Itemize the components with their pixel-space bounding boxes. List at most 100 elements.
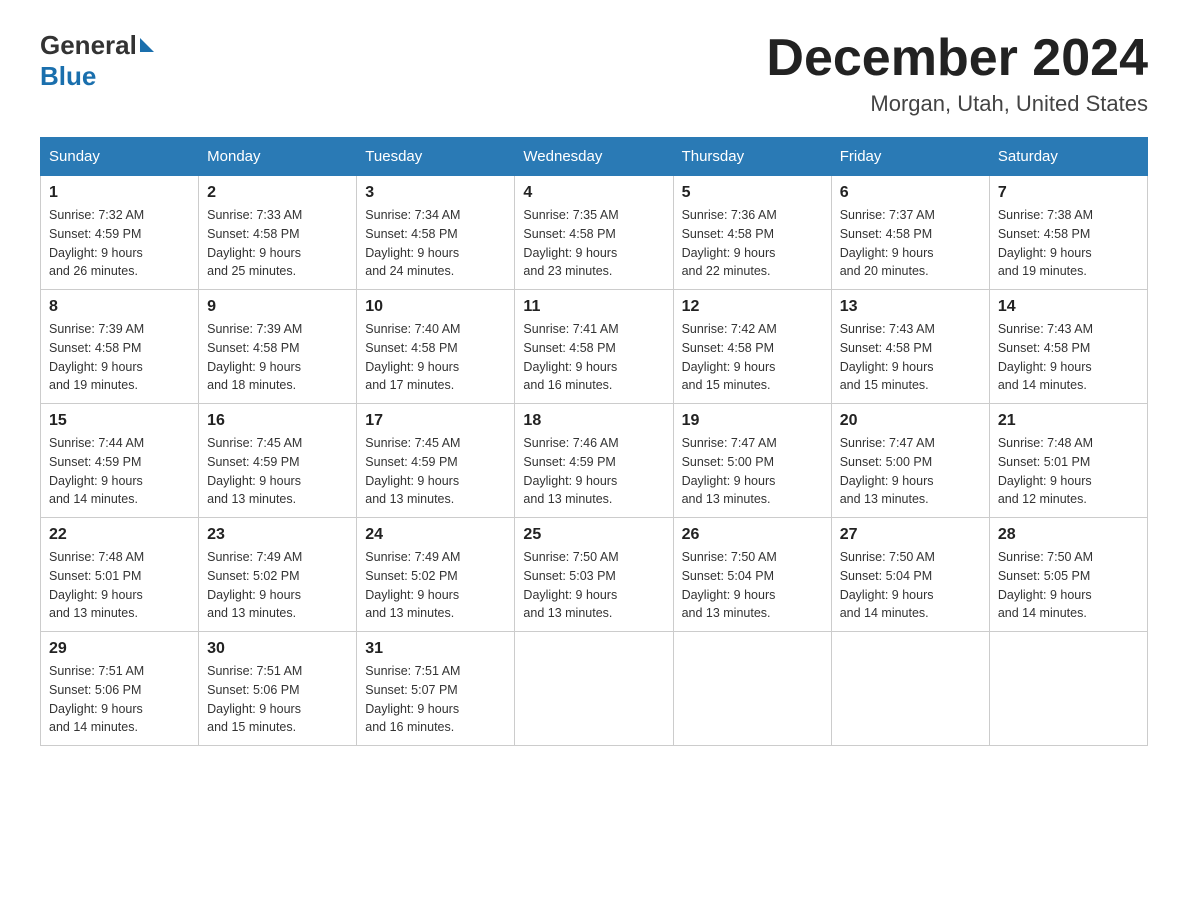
calendar-week-4: 22 Sunrise: 7:48 AM Sunset: 5:01 PM Dayl… [41,518,1148,632]
calendar-cell: 13 Sunrise: 7:43 AM Sunset: 4:58 PM Dayl… [831,290,989,404]
calendar-cell: 28 Sunrise: 7:50 AM Sunset: 5:05 PM Dayl… [989,518,1147,632]
logo-general-text: General [40,30,137,61]
day-info: Sunrise: 7:40 AM Sunset: 4:58 PM Dayligh… [365,320,506,395]
day-info: Sunrise: 7:51 AM Sunset: 5:07 PM Dayligh… [365,662,506,737]
title-area: December 2024 Morgan, Utah, United State… [766,30,1148,117]
calendar-week-1: 1 Sunrise: 7:32 AM Sunset: 4:59 PM Dayli… [41,176,1148,290]
calendar-cell: 10 Sunrise: 7:40 AM Sunset: 4:58 PM Dayl… [357,290,515,404]
day-number: 1 [49,184,190,202]
calendar-cell: 27 Sunrise: 7:50 AM Sunset: 5:04 PM Dayl… [831,518,989,632]
weekday-header-row: SundayMondayTuesdayWednesdayThursdayFrid… [41,138,1148,176]
calendar-cell: 26 Sunrise: 7:50 AM Sunset: 5:04 PM Dayl… [673,518,831,632]
logo-chevron-icon [140,38,154,52]
day-info: Sunrise: 7:49 AM Sunset: 5:02 PM Dayligh… [365,548,506,623]
day-number: 28 [998,526,1139,544]
day-number: 30 [207,640,348,658]
calendar-title: December 2024 [766,30,1148,87]
calendar-cell [515,632,673,746]
calendar-cell: 29 Sunrise: 7:51 AM Sunset: 5:06 PM Dayl… [41,632,199,746]
day-number: 23 [207,526,348,544]
day-info: Sunrise: 7:32 AM Sunset: 4:59 PM Dayligh… [49,206,190,281]
calendar-cell: 15 Sunrise: 7:44 AM Sunset: 4:59 PM Dayl… [41,404,199,518]
day-number: 19 [682,412,823,430]
day-number: 22 [49,526,190,544]
calendar-cell: 4 Sunrise: 7:35 AM Sunset: 4:58 PM Dayli… [515,176,673,290]
calendar-week-2: 8 Sunrise: 7:39 AM Sunset: 4:58 PM Dayli… [41,290,1148,404]
day-info: Sunrise: 7:37 AM Sunset: 4:58 PM Dayligh… [840,206,981,281]
calendar-cell: 11 Sunrise: 7:41 AM Sunset: 4:58 PM Dayl… [515,290,673,404]
day-number: 15 [49,412,190,430]
day-number: 9 [207,298,348,316]
calendar-cell: 12 Sunrise: 7:42 AM Sunset: 4:58 PM Dayl… [673,290,831,404]
weekday-header-sunday: Sunday [41,138,199,176]
calendar-cell: 21 Sunrise: 7:48 AM Sunset: 5:01 PM Dayl… [989,404,1147,518]
day-info: Sunrise: 7:41 AM Sunset: 4:58 PM Dayligh… [523,320,664,395]
day-number: 31 [365,640,506,658]
calendar-cell: 24 Sunrise: 7:49 AM Sunset: 5:02 PM Dayl… [357,518,515,632]
calendar-cell: 23 Sunrise: 7:49 AM Sunset: 5:02 PM Dayl… [199,518,357,632]
calendar-cell: 1 Sunrise: 7:32 AM Sunset: 4:59 PM Dayli… [41,176,199,290]
day-number: 14 [998,298,1139,316]
day-info: Sunrise: 7:34 AM Sunset: 4:58 PM Dayligh… [365,206,506,281]
calendar-cell: 30 Sunrise: 7:51 AM Sunset: 5:06 PM Dayl… [199,632,357,746]
day-info: Sunrise: 7:47 AM Sunset: 5:00 PM Dayligh… [682,434,823,509]
calendar-cell [989,632,1147,746]
day-info: Sunrise: 7:38 AM Sunset: 4:58 PM Dayligh… [998,206,1139,281]
calendar-cell: 18 Sunrise: 7:46 AM Sunset: 4:59 PM Dayl… [515,404,673,518]
day-info: Sunrise: 7:36 AM Sunset: 4:58 PM Dayligh… [682,206,823,281]
calendar-cell: 9 Sunrise: 7:39 AM Sunset: 4:58 PM Dayli… [199,290,357,404]
calendar-cell: 5 Sunrise: 7:36 AM Sunset: 4:58 PM Dayli… [673,176,831,290]
day-number: 17 [365,412,506,430]
weekday-header-thursday: Thursday [673,138,831,176]
calendar-cell: 16 Sunrise: 7:45 AM Sunset: 4:59 PM Dayl… [199,404,357,518]
day-info: Sunrise: 7:51 AM Sunset: 5:06 PM Dayligh… [207,662,348,737]
logo-blue-text: Blue [40,61,96,91]
calendar-subtitle: Morgan, Utah, United States [766,91,1148,117]
day-number: 24 [365,526,506,544]
logo: General Blue [40,30,154,92]
day-number: 12 [682,298,823,316]
calendar-cell: 2 Sunrise: 7:33 AM Sunset: 4:58 PM Dayli… [199,176,357,290]
day-info: Sunrise: 7:45 AM Sunset: 4:59 PM Dayligh… [365,434,506,509]
day-number: 20 [840,412,981,430]
day-info: Sunrise: 7:50 AM Sunset: 5:04 PM Dayligh… [682,548,823,623]
day-info: Sunrise: 7:33 AM Sunset: 4:58 PM Dayligh… [207,206,348,281]
day-info: Sunrise: 7:43 AM Sunset: 4:58 PM Dayligh… [998,320,1139,395]
day-number: 26 [682,526,823,544]
day-number: 11 [523,298,664,316]
calendar-cell [831,632,989,746]
day-info: Sunrise: 7:50 AM Sunset: 5:03 PM Dayligh… [523,548,664,623]
day-number: 6 [840,184,981,202]
day-number: 29 [49,640,190,658]
day-number: 21 [998,412,1139,430]
weekday-header-saturday: Saturday [989,138,1147,176]
day-number: 27 [840,526,981,544]
day-info: Sunrise: 7:47 AM Sunset: 5:00 PM Dayligh… [840,434,981,509]
day-number: 16 [207,412,348,430]
day-number: 2 [207,184,348,202]
day-number: 3 [365,184,506,202]
day-info: Sunrise: 7:44 AM Sunset: 4:59 PM Dayligh… [49,434,190,509]
calendar-cell: 17 Sunrise: 7:45 AM Sunset: 4:59 PM Dayl… [357,404,515,518]
weekday-header-friday: Friday [831,138,989,176]
weekday-header-wednesday: Wednesday [515,138,673,176]
day-number: 8 [49,298,190,316]
calendar-cell: 7 Sunrise: 7:38 AM Sunset: 4:58 PM Dayli… [989,176,1147,290]
day-info: Sunrise: 7:48 AM Sunset: 5:01 PM Dayligh… [49,548,190,623]
calendar-cell: 8 Sunrise: 7:39 AM Sunset: 4:58 PM Dayli… [41,290,199,404]
calendar-cell [673,632,831,746]
day-number: 5 [682,184,823,202]
day-number: 18 [523,412,664,430]
day-info: Sunrise: 7:43 AM Sunset: 4:58 PM Dayligh… [840,320,981,395]
calendar-cell: 20 Sunrise: 7:47 AM Sunset: 5:00 PM Dayl… [831,404,989,518]
calendar-cell: 31 Sunrise: 7:51 AM Sunset: 5:07 PM Dayl… [357,632,515,746]
day-info: Sunrise: 7:51 AM Sunset: 5:06 PM Dayligh… [49,662,190,737]
calendar-week-5: 29 Sunrise: 7:51 AM Sunset: 5:06 PM Dayl… [41,632,1148,746]
day-info: Sunrise: 7:50 AM Sunset: 5:05 PM Dayligh… [998,548,1139,623]
day-info: Sunrise: 7:39 AM Sunset: 4:58 PM Dayligh… [207,320,348,395]
day-info: Sunrise: 7:48 AM Sunset: 5:01 PM Dayligh… [998,434,1139,509]
calendar-week-3: 15 Sunrise: 7:44 AM Sunset: 4:59 PM Dayl… [41,404,1148,518]
calendar-cell: 6 Sunrise: 7:37 AM Sunset: 4:58 PM Dayli… [831,176,989,290]
day-number: 7 [998,184,1139,202]
calendar-cell: 14 Sunrise: 7:43 AM Sunset: 4:58 PM Dayl… [989,290,1147,404]
